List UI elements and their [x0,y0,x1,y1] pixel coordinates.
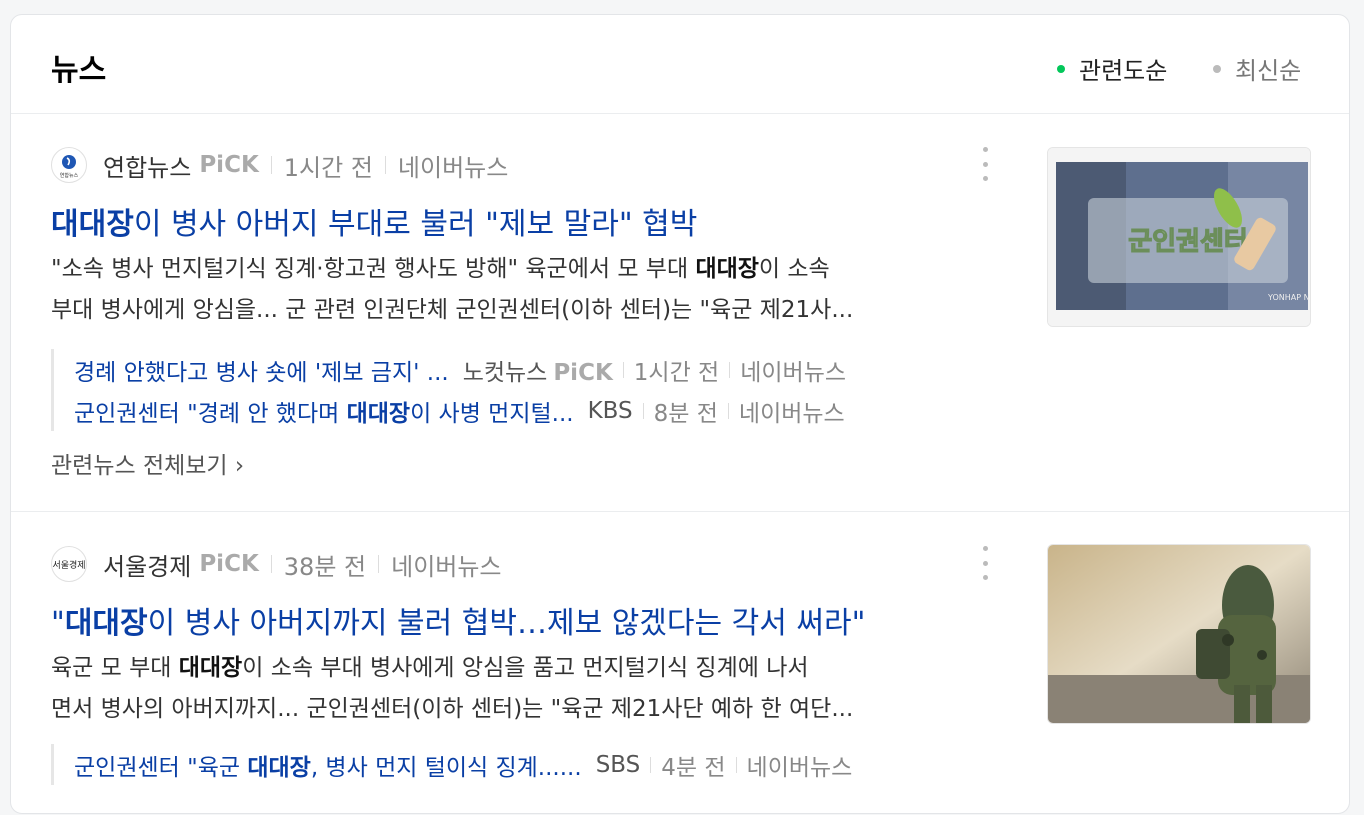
sort-relevance-option[interactable]: 관련도순 [1057,51,1167,86]
summary-keyword: 대대장 [178,655,243,681]
summary-text: "소속 병사 먼지털기식 징계·항고권 행사도 방해" 육군에서 모 부대 [51,256,696,282]
pick-badge: PiCK [199,551,259,577]
headline-text: 이 병사 아버지 부대로 불러 "제보 말라" 협박 [133,207,698,242]
related-news-list: 군인권센터 "육군 대대장, 병사 먼지 털이식 징계...... SBS 4분… [51,744,852,785]
article-thumbnail[interactable] [1047,544,1311,724]
press-name[interactable]: 연합뉴스 [103,148,191,183]
divider [270,555,272,573]
press-logo-text: 연합뉴스 [60,172,79,179]
press-logo-icon[interactable]: 연합뉴스 [51,147,87,183]
divider [642,402,644,419]
source-row: 서울경제 서울경제 PiCK 38분 전 네이버뉴스 [51,546,502,582]
news-item: 연합뉴스 연합뉴스 PiCK 1시간 전 네이버뉴스 대대장이 병사 아버지 부… [11,113,1349,512]
published-time: 4분 전 [661,754,726,781]
divider [378,555,380,573]
news-item: 서울경제 서울경제 PiCK 38분 전 네이버뉴스 "대대장이 병사 아버지까… [11,512,1349,815]
related-news-item: 군인권센터 "육군 대대장, 병사 먼지 털이식 징계...... SBS 4분… [74,744,852,785]
article-summary[interactable]: 육군 모 부대 대대장이 소속 부대 병사에게 앙심을 품고 먼지털기식 징계에… [51,648,986,730]
published-time: 38분 전 [283,552,367,581]
source-row: 연합뉴스 연합뉴스 PiCK 1시간 전 네이버뉴스 [51,147,508,183]
sort-latest-option[interactable]: 최신순 [1213,51,1301,86]
section-title: 뉴스 [51,53,107,88]
sort-relevance-label: 관련도순 [1079,57,1168,85]
divider [270,156,272,174]
divider [622,361,624,378]
portal-link[interactable]: 네이버뉴스 [740,353,846,387]
summary-text: 이 소속 부대 병사에게 앙심을 품고 먼지털기식 징계에 나서 [242,655,809,681]
article-headline[interactable]: 대대장이 병사 아버지 부대로 불러 "제보 말라" 협박 [51,199,697,243]
news-panel: 뉴스 관련도순 최신순 연합뉴스 연합뉴스 PiCK 1시간 전 네이버뉴스 대… [10,14,1350,814]
related-headline[interactable]: 군인권센터 "육군 대대장, 병사 먼지 털이식 징계...... [74,748,582,782]
pick-badge: PiCK [553,359,613,386]
view-all-related-link[interactable]: 관련뉴스 전체보기 › [51,446,244,480]
related-news-item: 경례 안했다고 병사 숏에 '제보 금지' ... 노컷뉴스 PiCK 1시간 전… [74,349,846,390]
published-time: 1시간 전 [283,153,373,182]
divider [735,756,737,773]
summary-text: 면서 병사의 아버지까지... 군인권센터(이하 센터)는 "육군 제21사단 … [51,696,854,722]
divider [729,361,731,378]
published-time: 8분 전 [653,400,718,427]
summary-text: 육군 모 부대 [51,655,179,681]
related-press[interactable]: 노컷뉴스 PiCK [463,353,613,387]
pick-badge: PiCK [199,152,259,178]
press-name[interactable]: 서울경제 [103,547,191,582]
active-dot-icon [1057,64,1065,73]
related-headline[interactable]: 군인권센터 "경례 안 했다며 대대장이 사병 먼지털... [74,394,574,428]
thumbnail-sign-text: 군인권센터 [1128,227,1248,257]
headline-keyword: 대대장 [64,606,148,641]
summary-keyword: 대대장 [695,256,759,282]
more-options-icon[interactable] [979,147,991,181]
sort-latest-label: 최신순 [1235,57,1302,85]
divider [727,402,729,419]
portal-link[interactable]: 네이버뉴스 [398,148,508,183]
portal-link[interactable]: 네이버뉴스 [739,394,845,428]
article-summary[interactable]: "소속 병사 먼지털기식 징계·항고권 행사도 방해" 육군에서 모 부대 대대… [51,249,986,331]
news-header: 뉴스 관련도순 최신순 [11,15,1349,114]
press-logo-text: 서울경제 [52,560,86,571]
more-options-icon[interactable] [979,546,991,580]
portal-link[interactable]: 네이버뉴스 [391,547,501,582]
summary-text: 이 소속 [758,256,830,282]
headline-text: 이 병사 아버지까지 불러 협박…제보 않겠다는 각서 써라" [147,606,866,641]
divider [650,756,652,773]
published-time: 1시간 전 [633,359,720,386]
article-headline[interactable]: "대대장이 병사 아버지까지 불러 협박…제보 않겠다는 각서 써라" [51,598,865,642]
divider [384,156,386,174]
headline-text: " [51,606,65,641]
press-logo-icon[interactable]: 서울경제 [51,546,87,582]
article-thumbnail[interactable]: 군인권센터 YONHAP NEWS [1047,147,1311,327]
related-press[interactable]: SBS [596,752,641,778]
related-news-list: 경례 안했다고 병사 숏에 '제보 금지' ... 노컷뉴스 PiCK 1시간 전… [51,349,846,431]
related-headline[interactable]: 경례 안했다고 병사 숏에 '제보 금지' ... [74,353,449,387]
summary-text: 부대 병사에게 앙심을... 군 관련 인권단체 군인권센터(이하 센터)는 "… [51,297,854,323]
thumbnail-caption: YONHAP NEWS [1267,293,1310,302]
related-news-item: 군인권센터 "경례 안 했다며 대대장이 사병 먼지털... KBS 8분 전 … [74,390,846,431]
inactive-dot-icon [1213,64,1221,73]
portal-link[interactable]: 네이버뉴스 [747,748,853,782]
related-press[interactable]: KBS [588,398,633,424]
headline-keyword: 대대장 [51,207,134,242]
